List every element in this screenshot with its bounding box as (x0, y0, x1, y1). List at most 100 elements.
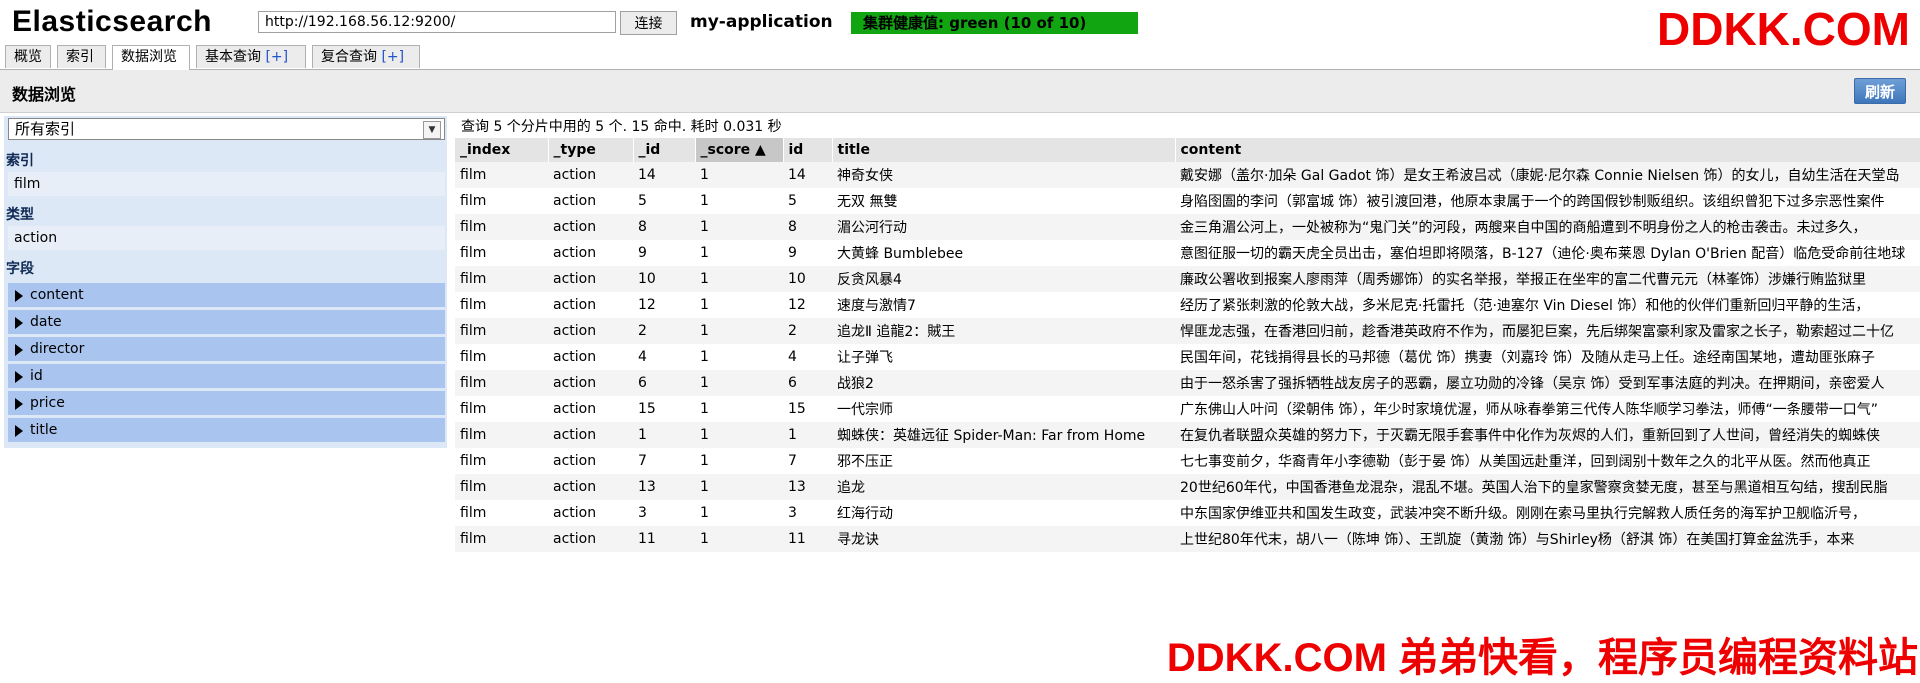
table-cell: 10 (783, 266, 832, 292)
table-row[interactable]: film action 11 1 11 寻龙诀 上世纪80年代末，胡八一（陈坤 饰）、王凯旋… (455, 526, 1920, 552)
table-cell: 意图征服一切的霸天虎全员出击，塞伯坦即将陨落，B-127（迪伦·奥布莱恩 Dyl… (1175, 240, 1920, 266)
table-cell: 1 (633, 422, 695, 448)
table-cell: 15 (783, 396, 832, 422)
table-row[interactable]: film action 13 1 13 追龙 20世纪60年代，中国香港鱼龙混杂，混乱不堪。… (455, 474, 1920, 500)
field-label: date (30, 314, 62, 330)
column-header-doc-id[interactable]: id (783, 138, 833, 162)
tab-label: 概览 (14, 49, 42, 65)
table-cell: film (455, 344, 548, 370)
table-row[interactable]: film action 7 1 7 邪不压正 七七事变前夕，华裔青年小李德勒（彭于晏 饰）从… (455, 448, 1920, 474)
table-cell: 1 (695, 370, 783, 396)
index-select-value: 所有索引 (15, 120, 76, 138)
column-header-score[interactable]: _score ▲ (695, 138, 784, 162)
tab-label: 索引 (66, 49, 94, 65)
chevron-down-icon[interactable]: ▼ (423, 121, 441, 139)
field-item-director[interactable]: director (8, 337, 445, 361)
table-cell: 14 (633, 162, 695, 188)
table-cell: action (548, 526, 633, 552)
connect-button[interactable]: 连接 (620, 11, 677, 35)
column-header-type[interactable]: _type (548, 138, 634, 162)
table-cell: 4 (783, 344, 832, 370)
tab-plus[interactable]: [+] (381, 49, 404, 65)
triangle-right-icon (15, 344, 23, 356)
table-cell: 寻龙诀 (832, 526, 1175, 552)
table-cell: 速度与激情7 (832, 292, 1175, 318)
page-title: 数据浏览 (12, 85, 77, 104)
field-item-price[interactable]: price (8, 391, 445, 415)
table-cell: 11 (783, 526, 832, 552)
section-type-label: 类型 (6, 207, 34, 223)
app-logo: Elasticsearch (12, 5, 212, 38)
table-row[interactable]: film action 14 1 14 神奇女侠 戴安娜（盖尔·加朵 Gal Gadot 饰… (455, 162, 1920, 188)
table-cell: 蜘蛛侠：英雄远征 Spider-Man: Far from Home (832, 422, 1175, 448)
table-cell: 邪不压正 (832, 448, 1175, 474)
table-cell: 2 (633, 318, 695, 344)
field-label: id (30, 368, 43, 384)
table-cell: action (548, 448, 633, 474)
table-cell: action (548, 214, 633, 240)
table-cell: 14 (783, 162, 832, 188)
table-cell: 8 (783, 214, 832, 240)
index-select[interactable]: 所有索引 ▼ (8, 118, 445, 140)
table-row[interactable]: film action 3 1 3 红海行动 中东国家伊维亚共和国发生政变，武装冲突不断升级… (455, 500, 1920, 526)
table-cell: film (455, 292, 548, 318)
table-row[interactable]: film action 12 1 12 速度与激情7 经历了紧张刺激的伦敦大战，多米尼克·托… (455, 292, 1920, 318)
table-cell: 七七事变前夕，华裔青年小李德勒（彭于晏 饰）从美国远赴重洋，回到阔别十数年之久的… (1175, 448, 1920, 474)
tab-overview[interactable]: 概览 (5, 45, 51, 68)
table-row[interactable]: film action 15 1 15 一代宗师 广东佛山人叶问（梁朝伟 饰），年少时家境优… (455, 396, 1920, 422)
refresh-button[interactable]: 刷新 (1854, 78, 1906, 104)
table-cell: 3 (633, 500, 695, 526)
column-header-id[interactable]: _id (633, 138, 696, 162)
table-cell: 中东国家伊维亚共和国发生政变，武装冲突不断升级。刚刚在索马里执行完解救人质任务的… (1175, 500, 1920, 526)
table-row[interactable]: film action 6 1 6 战狼2 由于一怒杀害了强拆牺牲战友房子的恶霸，屡立功勋的… (455, 370, 1920, 396)
tab-plus[interactable]: [+] (265, 49, 288, 65)
table-row[interactable]: film action 4 1 4 让子弹飞 民国年间，花钱捐得县长的马邦德（葛优 饰）携妻… (455, 344, 1920, 370)
field-item-title[interactable]: title (8, 418, 445, 442)
column-header-content[interactable]: content (1175, 138, 1920, 162)
table-cell: 7 (633, 448, 695, 474)
table-row[interactable]: film action 5 1 5 无双 無雙 身陷囹圄的李问（郭富城 饰）被引渡回港，他原… (455, 188, 1920, 214)
table-row[interactable]: film action 2 1 2 追龙Ⅱ 追龍2：賊王 悍匪龙志强，在香港回归前，趁香港英… (455, 318, 1920, 344)
table-cell: film (455, 448, 548, 474)
table-cell: 1 (783, 422, 832, 448)
triangle-right-icon (15, 290, 23, 302)
cluster-name: my-application (690, 12, 833, 32)
table-cell: 12 (783, 292, 832, 318)
table-cell: 大黄蜂 Bumblebee (832, 240, 1175, 266)
table-cell: 4 (633, 344, 695, 370)
table-cell: action (548, 240, 633, 266)
tab-indices[interactable]: 索引 (57, 45, 106, 68)
cluster-url-input[interactable] (258, 11, 616, 33)
table-cell: 13 (633, 474, 695, 500)
table-cell: 1 (695, 474, 783, 500)
section-fields-label: 字段 (6, 261, 34, 277)
tab-label: 复合查询 (321, 49, 377, 65)
column-header-index[interactable]: _index (455, 138, 549, 162)
table-row[interactable]: film action 1 1 1 蜘蛛侠：英雄远征 Spider-Man: Far fr… (455, 422, 1920, 448)
tab-label: 基本查询 (205, 49, 261, 65)
type-filter-item[interactable]: action (8, 226, 445, 250)
table-cell: 6 (783, 370, 832, 396)
tab-basic-query[interactable]: 基本查询 [+] (196, 45, 306, 68)
field-item-date[interactable]: date (8, 310, 445, 334)
table-cell: 12 (633, 292, 695, 318)
table-cell: 战狼2 (832, 370, 1175, 396)
tab-browser[interactable]: 数据浏览 (112, 45, 190, 70)
table-cell: 金三角湄公河上，一处被称为“鬼门关”的河段，两艘来自中国的商船遭到不明身份之人的… (1175, 214, 1920, 240)
table-row[interactable]: film action 8 1 8 湄公河行动 金三角湄公河上，一处被称为“鬼门关”的河段，… (455, 214, 1920, 240)
triangle-right-icon (15, 371, 23, 383)
table-cell: film (455, 266, 548, 292)
index-filter-item[interactable]: film (8, 172, 445, 196)
field-item-content[interactable]: content (8, 283, 445, 307)
table-row[interactable]: film action 10 1 10 反贪风暴4 廉政公署收到报案人廖雨萍（周秀娜饰）的实… (455, 266, 1920, 292)
table-cell: 廉政公署收到报案人廖雨萍（周秀娜饰）的实名举报，举报正在坐牢的富二代曹元元（林峯… (1175, 266, 1920, 292)
table-cell: 10 (633, 266, 695, 292)
table-row[interactable]: film action 9 1 9 大黄蜂 Bumblebee 意图征服一切的霸天虎全员出击… (455, 240, 1920, 266)
results-table: _index _type _id _score ▲ id title conte… (455, 138, 1920, 552)
field-item-id[interactable]: id (8, 364, 445, 388)
table-cell: film (455, 318, 548, 344)
field-label: content (30, 287, 84, 303)
column-header-title[interactable]: title (832, 138, 1176, 162)
tab-compound-query[interactable]: 复合查询 [+] (312, 45, 420, 68)
table-cell: 一代宗师 (832, 396, 1175, 422)
